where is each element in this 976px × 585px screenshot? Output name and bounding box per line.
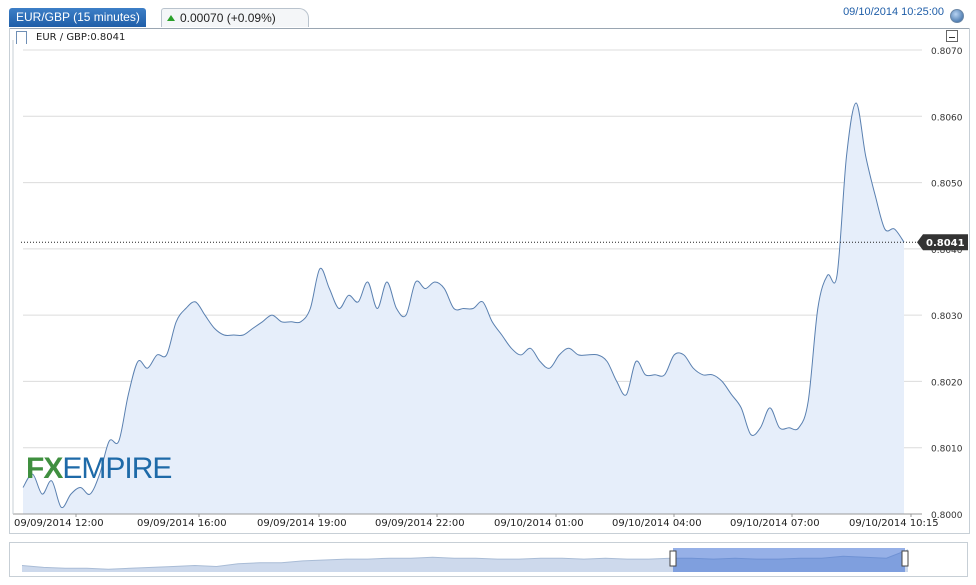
logo-empire: EMPIRE: [62, 452, 172, 485]
fxempire-logo: FXEMPIRE: [26, 452, 172, 485]
y-tick-label: 0.8050: [931, 180, 963, 190]
x-tick-label: 09/09/2014 16:00: [137, 518, 227, 529]
minimize-icon[interactable]: [946, 30, 958, 42]
y-tick-label: 0.8060: [931, 113, 963, 123]
y-tick-label: 0.8010: [931, 445, 963, 455]
y-tick-label: 0.8030: [931, 312, 963, 322]
x-tick-label: 09/09/2014 22:00: [375, 518, 465, 529]
x-tick-label: 09/09/2014 19:00: [257, 518, 347, 529]
current-value-label: 0.8041: [926, 238, 965, 249]
series-icon: [16, 31, 27, 44]
y-tick-label: 0.8020: [931, 378, 963, 388]
navigator-handle-left: [669, 550, 677, 567]
x-tick-label: 09/09/2014 12:00: [14, 518, 104, 529]
navigator-handle-right: [901, 550, 909, 567]
x-tick-label: 09/10/2014 01:00: [494, 518, 584, 529]
price-chart: 0.80700.80600.80500.80400.80300.80200.80…: [12, 40, 968, 572]
series-label: EUR / GBP:0.8041: [36, 32, 126, 43]
logo-fx: FX: [26, 452, 63, 485]
y-tick-label: 0.8070: [931, 47, 963, 57]
navigator-selection: [673, 548, 905, 572]
x-tick-label: 09/10/2014 07:00: [730, 518, 820, 529]
x-tick-label: 09/10/2014 10:15: [849, 518, 939, 529]
x-tick-label: 09/10/2014 04:00: [612, 518, 702, 529]
